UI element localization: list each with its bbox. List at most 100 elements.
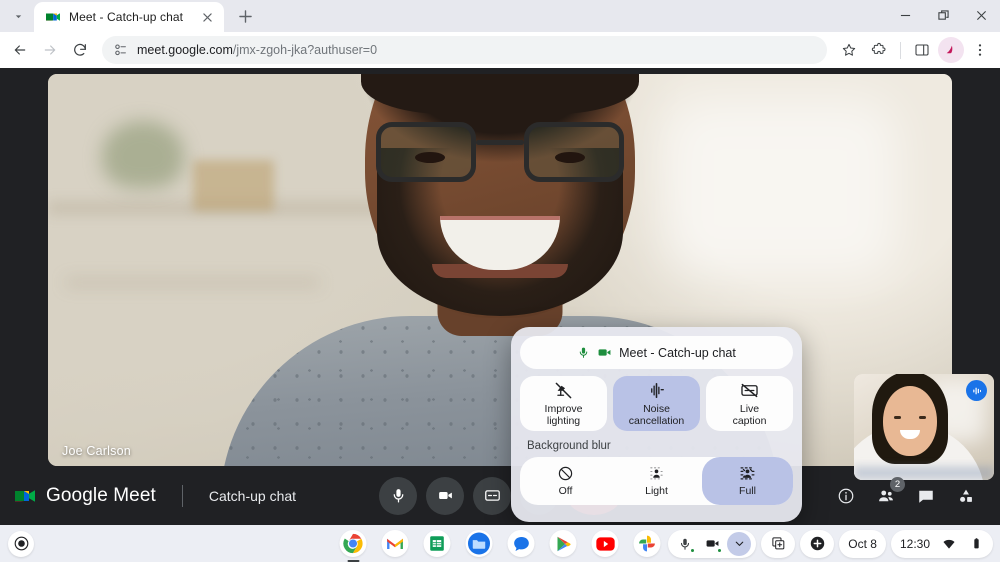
quick-settings-title: Meet - Catch-up chat (619, 346, 736, 360)
noise-cancellation-tile[interactable]: Noisecancellation (613, 376, 700, 431)
shelf-app-gmail[interactable] (382, 530, 409, 557)
blur-full-option[interactable]: Full (702, 457, 793, 505)
date-label: Oct 8 (844, 537, 881, 551)
screen-capture-tray-group (761, 530, 795, 558)
background-plant (102, 121, 183, 188)
self-view-tile[interactable] (854, 374, 994, 480)
background-blur-options: Off Light (520, 457, 793, 505)
shelf-app-google-sheets[interactable] (424, 530, 451, 557)
main-video-tile[interactable]: Joe Carlson (48, 74, 952, 466)
audio-wave-icon (647, 381, 666, 400)
microphone-icon[interactable] (673, 532, 697, 556)
close-icon[interactable] (962, 0, 1000, 30)
shelf-app-chrome[interactable] (340, 530, 367, 557)
chat-button[interactable] (908, 478, 944, 514)
people-badge: 2 (890, 477, 905, 492)
new-tab-button[interactable] (232, 3, 258, 29)
address-bar[interactable]: meet.google.com/jmx-zgoh-jka?authuser=0 (102, 36, 827, 64)
browser-tab[interactable]: Meet - Catch-up chat (34, 2, 224, 32)
blur-off-option[interactable]: Off (520, 457, 611, 505)
screen-capture-icon[interactable] (766, 532, 790, 556)
browser-toolbar: meet.google.com/jmx-zgoh-jka?authuser=0 (0, 32, 1000, 68)
brand-divider (182, 485, 183, 507)
minimize-icon[interactable] (886, 0, 924, 30)
blur-light-option[interactable]: Light (611, 457, 702, 505)
live-caption-label: Livecaption (733, 403, 767, 427)
live-caption-tile[interactable]: Livecaption (706, 376, 793, 431)
captions-button[interactable] (473, 477, 511, 515)
quick-settings-tiles: Improvelighting Noisecancellation (520, 376, 793, 431)
self-view-right-eye (919, 416, 926, 419)
shelf-app-youtube[interactable] (592, 530, 619, 557)
background-blur-section-label: Background blur (527, 440, 793, 452)
google-meet-favicon (45, 9, 61, 25)
self-view-left-eye (894, 416, 901, 419)
shelf-app-messages[interactable] (508, 530, 535, 557)
quick-settings-header[interactable]: Meet - Catch-up chat (520, 336, 793, 369)
right-eye (555, 152, 585, 163)
back-icon[interactable] (6, 36, 34, 64)
blur-full-label: Full (739, 485, 756, 497)
camera-icon (597, 345, 612, 360)
tab-strip: Meet - Catch-up chat (0, 0, 1000, 32)
date-tray-group[interactable]: Oct 8 (839, 530, 886, 558)
chromeos-shelf: Oct 8 12:30 (0, 525, 1000, 562)
toolbar-divider (900, 42, 901, 59)
self-view-smile (900, 430, 920, 439)
restore-icon[interactable] (924, 0, 962, 30)
camera-button[interactable] (426, 477, 464, 515)
microphone-button[interactable] (379, 477, 417, 515)
window-controls (886, 0, 1000, 32)
bookmark-star-icon[interactable] (835, 36, 863, 64)
system-tray: Oct 8 12:30 (668, 530, 993, 558)
tab-search-button[interactable] (4, 2, 32, 30)
plus-icon[interactable] (805, 532, 829, 556)
caption-off-icon (740, 381, 759, 400)
lamp-off-icon (554, 381, 573, 400)
google-meet-logo (14, 485, 36, 507)
improve-lighting-tile[interactable]: Improvelighting (520, 376, 607, 431)
left-eye (415, 152, 445, 163)
side-panel-icon[interactable] (908, 36, 936, 64)
reload-icon[interactable] (66, 36, 94, 64)
close-icon[interactable] (198, 8, 216, 26)
wifi-icon (937, 532, 961, 556)
participant-hair (361, 74, 639, 114)
browser-menu-icon[interactable] (966, 36, 994, 64)
camera-icon[interactable] (700, 532, 724, 556)
self-view-face (883, 386, 937, 456)
blur-off-label: Off (559, 485, 573, 497)
media-tray-group (668, 530, 756, 558)
glasses-right-lens (524, 122, 624, 182)
noise-cancellation-label: Noisecancellation (629, 403, 684, 427)
meet-right-controls: 2 (828, 478, 984, 514)
battery-icon (964, 532, 988, 556)
url-text: meet.google.com/jmx-zgoh-jka?authuser=0 (137, 43, 377, 57)
quick-settings-panel[interactable]: Meet - Catch-up chat Improvelighting (511, 327, 802, 522)
forward-icon[interactable] (36, 36, 64, 64)
meeting-title: Catch-up chat (209, 488, 296, 504)
shelf-app-files[interactable] (466, 530, 493, 557)
meet-branding: Google Meet Catch-up chat (0, 485, 296, 507)
people-button[interactable]: 2 (868, 478, 904, 514)
meeting-details-button[interactable] (828, 478, 864, 514)
profile-avatar[interactable] (938, 37, 964, 63)
extensions-icon[interactable] (865, 36, 893, 64)
shelf-app-google-photos[interactable] (634, 530, 661, 557)
chevron-down-icon[interactable] (727, 532, 751, 556)
url-host: meet.google.com (137, 43, 233, 57)
status-tray-group[interactable]: 12:30 (891, 530, 993, 558)
shelf-app-play-store[interactable] (550, 530, 577, 557)
clock-label: 12:30 (896, 537, 934, 551)
url-path: /jmx-zgoh-jka?authuser=0 (233, 43, 377, 57)
background-object (193, 160, 274, 211)
blur-light-label: Light (645, 485, 668, 497)
add-tray-group (800, 530, 834, 558)
activities-button[interactable] (948, 478, 984, 514)
launcher-button[interactable] (8, 531, 34, 557)
glasses-left-lens (376, 122, 476, 182)
camera-active-dot (717, 548, 722, 553)
no-symbol-icon (557, 465, 574, 482)
site-settings-icon[interactable] (114, 43, 128, 57)
microphone-icon (577, 346, 590, 359)
